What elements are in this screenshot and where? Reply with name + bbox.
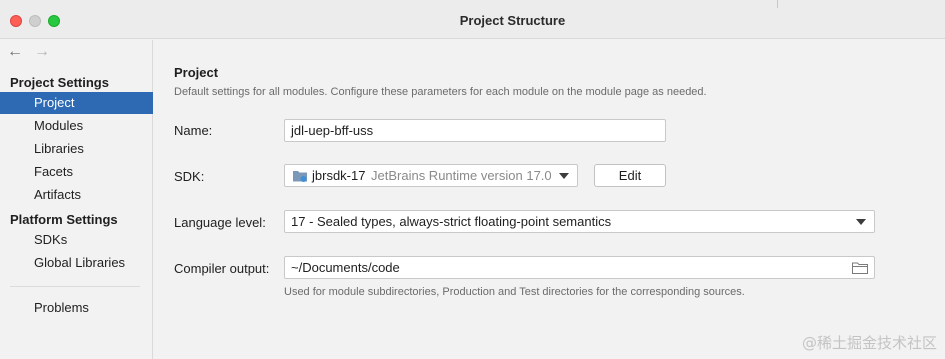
section-title: Project: [174, 65, 219, 80]
compiler-output-hint: Used for module subdirectories, Producti…: [284, 286, 745, 298]
sidebar-item-problems[interactable]: Problems: [0, 297, 153, 319]
sidebar-item-artifacts[interactable]: Artifacts: [0, 184, 153, 206]
compiler-output-value: ~/Documents/code: [291, 260, 400, 275]
compiler-output-label: Compiler output:: [174, 261, 270, 276]
language-level-dropdown[interactable]: 17 - Sealed types, always-strict floatin…: [284, 210, 875, 233]
chevron-down-icon: [856, 219, 866, 225]
browse-folder-icon[interactable]: [852, 262, 868, 274]
sidebar-item-sdks[interactable]: SDKs: [0, 229, 153, 251]
project-settings-panel: Project Default settings for all modules…: [154, 40, 945, 359]
sidebar-item-project[interactable]: Project: [0, 92, 153, 114]
sidebar-item-global-libraries[interactable]: Global Libraries: [0, 252, 153, 274]
sdk-description: JetBrains Runtime version 17.0: [371, 168, 551, 183]
forward-arrow-icon[interactable]: →: [34, 42, 50, 62]
window-title: Project Structure: [459, 13, 566, 28]
back-arrow-icon[interactable]: ←: [7, 42, 23, 62]
edit-sdk-button[interactable]: Edit: [594, 164, 666, 187]
platform-settings-heading: Platform Settings: [10, 212, 118, 227]
sidebar-divider: [10, 286, 140, 287]
sidebar: ← → Project Settings Project Modules Lib…: [0, 40, 153, 359]
sdk-name: jbrsdk-17: [312, 168, 366, 183]
compiler-output-field[interactable]: ~/Documents/code: [284, 256, 875, 279]
project-structure-window: Project Structure ← → Project Settings P…: [0, 0, 945, 359]
sdk-dropdown[interactable]: jbrsdk-17 JetBrains Runtime version 17.0: [284, 164, 578, 187]
sdk-label: SDK:: [174, 169, 205, 184]
name-label: Name:: [174, 123, 213, 138]
chevron-down-icon: [559, 173, 569, 179]
project-settings-heading: Project Settings: [10, 75, 109, 90]
section-description: Default settings for all modules. Config…: [174, 86, 707, 98]
watermark: @稀土掘金技术社区: [801, 334, 937, 352]
sidebar-item-modules[interactable]: Modules: [0, 115, 153, 137]
name-field[interactable]: jdl-uep-bff-uss: [284, 119, 666, 142]
sdk-folder-icon: [293, 171, 307, 182]
language-level-label: Language level:: [174, 215, 266, 230]
language-level-value: 17 - Sealed types, always-strict floatin…: [291, 214, 612, 229]
sidebar-item-libraries[interactable]: Libraries: [0, 138, 153, 160]
titlebar-divider: [777, 0, 778, 8]
sidebar-item-facets[interactable]: Facets: [0, 161, 153, 183]
title-bar: Project Structure: [0, 0, 945, 39]
